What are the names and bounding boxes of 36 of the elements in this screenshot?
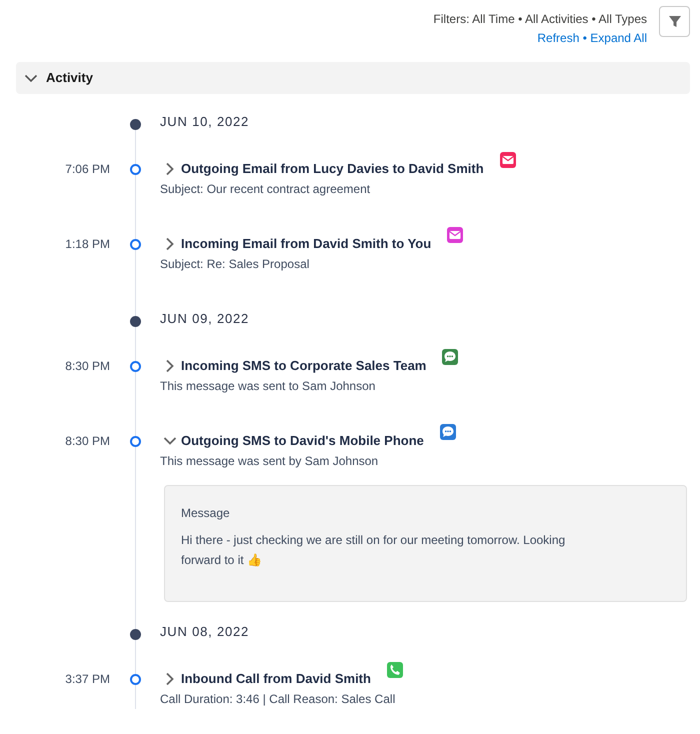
activity-time: 8:30 PM [65, 434, 110, 448]
filter-button[interactable] [659, 6, 690, 37]
timeline-marker [130, 360, 140, 372]
filters-summary: Filters: All Time • All Activities • All Types [433, 11, 647, 28]
date-marker [130, 118, 140, 130]
activity-time: 7:06 PM [65, 162, 110, 176]
date-heading: JUN 09, 2022 [160, 310, 250, 328]
activity-time: 3:37 PM [65, 672, 110, 686]
message-label: Message [181, 505, 231, 522]
activity-title[interactable]: Outgoing SMS to David's Mobile Phone [181, 431, 424, 451]
activity-summary: Call Duration: 3:46 | Call Reason: Sales Call [160, 691, 396, 708]
expand-all-link[interactable]: Expand All [590, 31, 647, 45]
activity-time: 8:30 PM [65, 359, 110, 373]
activity-time: 1:18 PM [65, 237, 110, 251]
refresh-link[interactable]: Refresh [537, 31, 580, 45]
timeline-marker [130, 674, 140, 684]
activity-summary: Subject: Re: Sales Proposal [160, 256, 310, 273]
timeline-marker [130, 164, 140, 174]
message-text: Hi there - just checking we are still on for our meeting tomorrow. Looking forward to it 👍 [181, 533, 566, 567]
filter-icon [668, 15, 682, 28]
activity-summary: This message was sent to Sam Johnson [160, 378, 376, 395]
date-heading: JUN 08, 2022 [160, 623, 250, 642]
activity-summary: Subject: Our recent contract agreement [160, 181, 372, 198]
date-marker [130, 316, 140, 327]
activity-title[interactable]: Incoming Email from David Smith to You [181, 234, 432, 254]
link-separator: • [582, 31, 588, 45]
chevron-icon [24, 72, 38, 84]
date-marker [130, 628, 140, 640]
timeline-marker [130, 436, 140, 446]
activity-title[interactable]: Incoming SMS to Corporate Sales Team [181, 356, 426, 376]
activity-title[interactable]: Outgoing Email from Lucy Davies to David Smith [181, 159, 484, 179]
section-header[interactable]: Activity [16, 62, 690, 94]
date-heading: JUN 10, 2022 [160, 113, 250, 132]
activity-title[interactable]: Inbound Call from David Smith [181, 669, 371, 689]
timeline-marker [130, 238, 140, 250]
activity-summary: This message was sent by Sam Johnson [160, 453, 380, 470]
